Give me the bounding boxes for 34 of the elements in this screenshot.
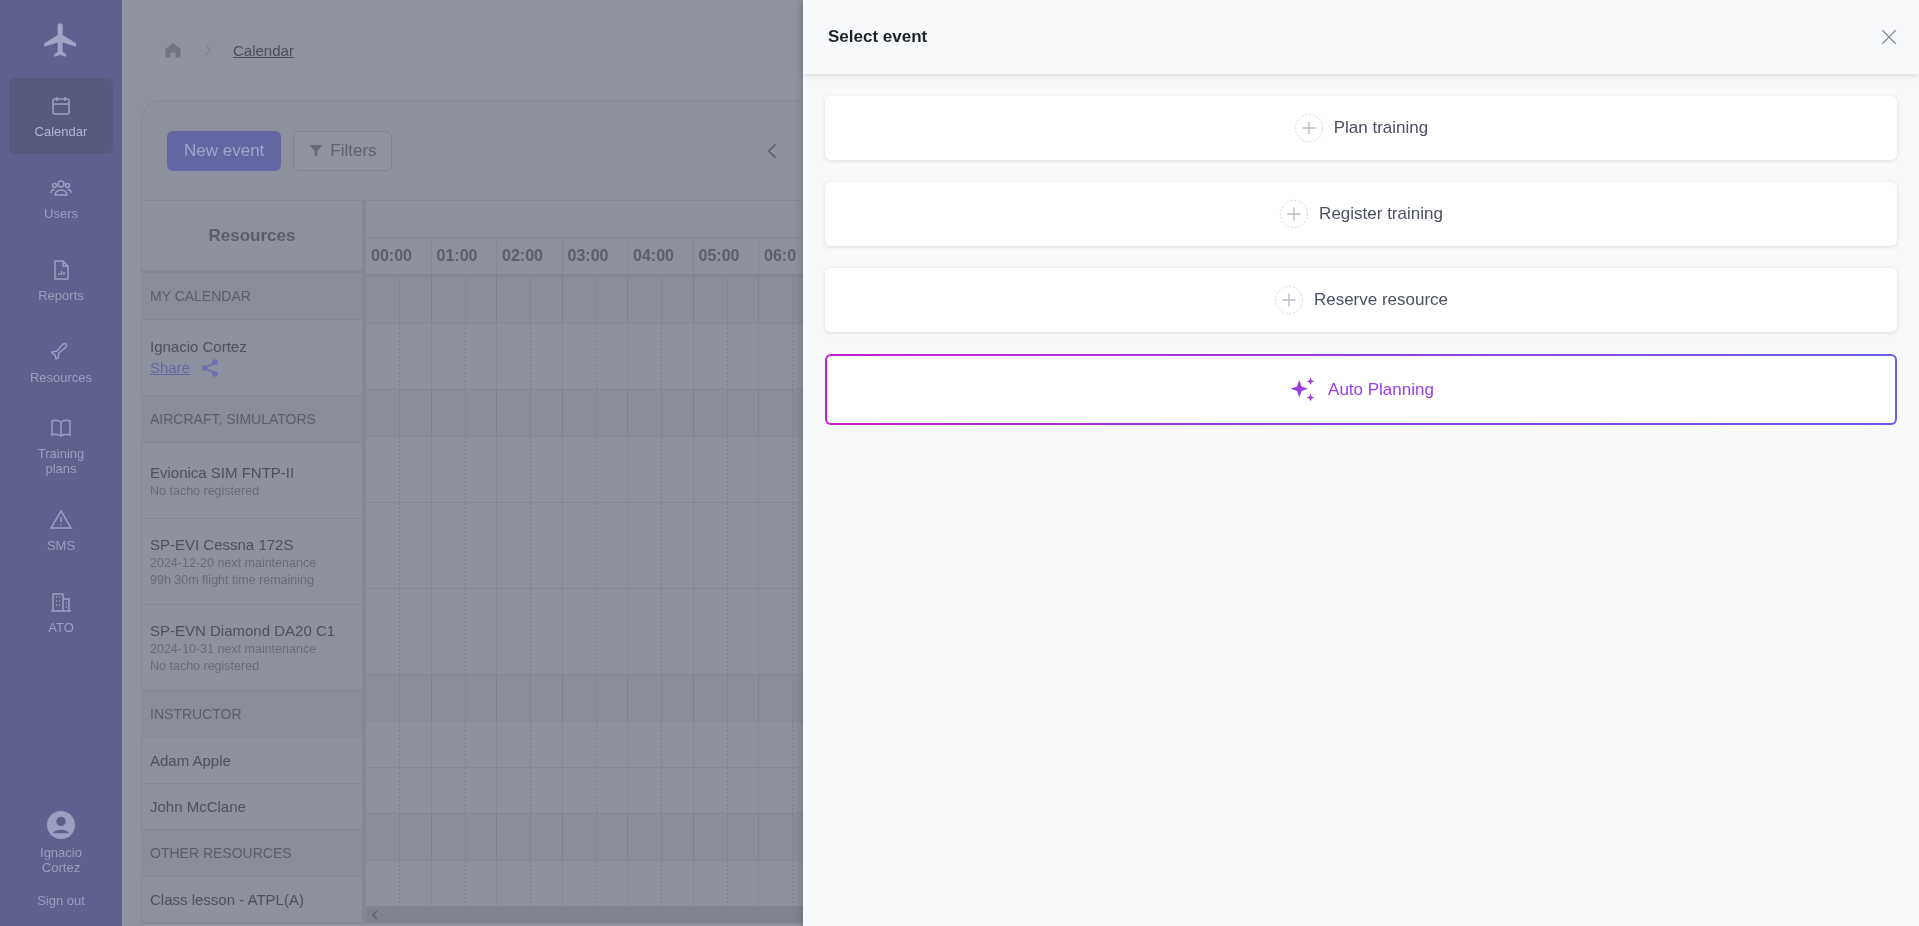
chevron-left-icon[interactable] xyxy=(370,910,380,920)
resource-name: SP-EVI Cessna 172S xyxy=(150,536,295,553)
nav-item[interactable]: Users xyxy=(9,160,113,236)
share-icon[interactable] xyxy=(200,357,221,378)
nav-item[interactable]: Reports xyxy=(9,242,113,318)
resource-name: Adam Apple xyxy=(150,752,232,769)
resource-name: Class lesson - ATPL(A) xyxy=(150,891,305,908)
plus-circle-icon xyxy=(1273,285,1304,315)
nav-item[interactable]: Calendar xyxy=(9,78,113,154)
user-avatar-icon xyxy=(47,811,75,839)
home-icon[interactable] xyxy=(163,40,183,60)
nav-item[interactable]: Resources xyxy=(9,324,113,400)
resource-name: John McClane xyxy=(150,798,247,815)
filter-icon xyxy=(308,143,325,159)
nav-item[interactable]: ATO xyxy=(9,574,113,650)
event-option-button[interactable]: Reserve resource xyxy=(825,268,1897,332)
resource-name: SP-EVN Diamond DA20 C1 xyxy=(150,622,337,639)
event-option-button[interactable]: Auto Planning xyxy=(825,354,1897,425)
close-icon[interactable] xyxy=(1879,27,1899,47)
drawer-title: Select event xyxy=(828,27,928,47)
plus-circle-icon xyxy=(1279,199,1310,229)
plus-circle-icon xyxy=(1293,113,1324,143)
event-option-button[interactable]: Register training xyxy=(825,182,1897,246)
horizontal-scrollbar[interactable] xyxy=(366,907,803,923)
sign-out-link[interactable]: Sign out xyxy=(37,893,85,908)
event-option-button[interactable]: Plan training xyxy=(825,96,1897,160)
nav-item[interactable]: Training plans xyxy=(9,406,113,486)
breadcrumb-link[interactable]: Calendar xyxy=(233,41,294,59)
user-profile[interactable]: Ignacio Cortez xyxy=(9,801,113,885)
nav-item[interactable]: SMS xyxy=(9,492,113,568)
new-event-button[interactable]: New event xyxy=(167,131,282,171)
resource-name: Ignacio Cortez xyxy=(150,337,248,355)
warning-icon xyxy=(49,507,73,532)
resource-name: Evionica SIM FNTP-II xyxy=(150,463,296,481)
